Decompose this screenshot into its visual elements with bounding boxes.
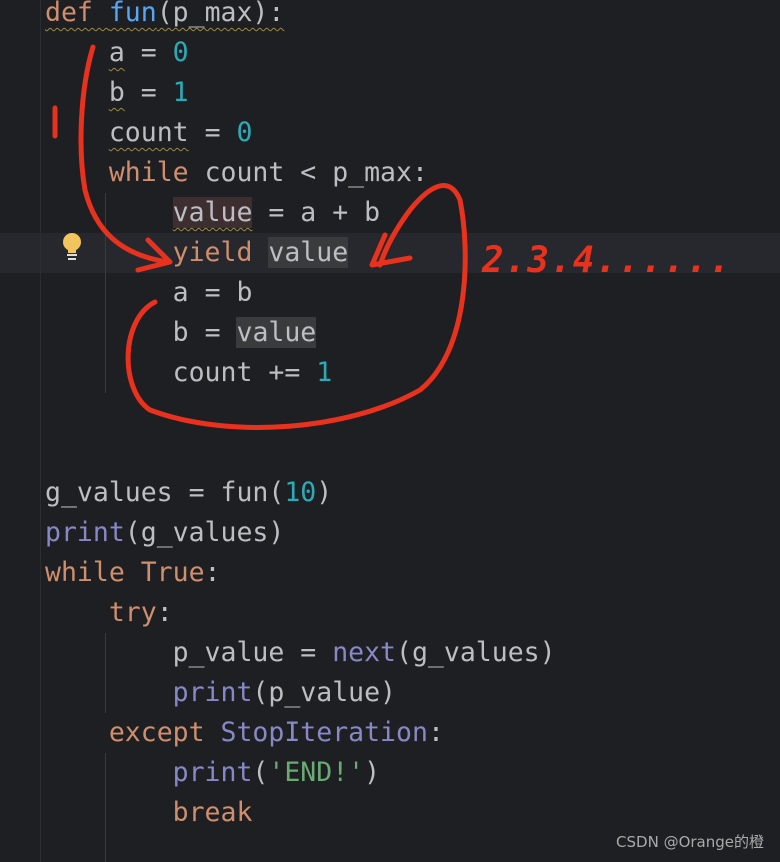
- code-editor[interactable]: def fun(p_max): a = 0 b = 1 count = 0 wh…: [0, 0, 780, 862]
- handwritten-annotations: [52, 44, 468, 430]
- annotation-loop: [125, 183, 468, 430]
- annotation-arrow-down: [78, 44, 171, 265]
- watermark: CSDN @Orange的橙: [616, 833, 764, 851]
- annotation-label-2-3-4: 2.3.4......: [482, 240, 732, 281]
